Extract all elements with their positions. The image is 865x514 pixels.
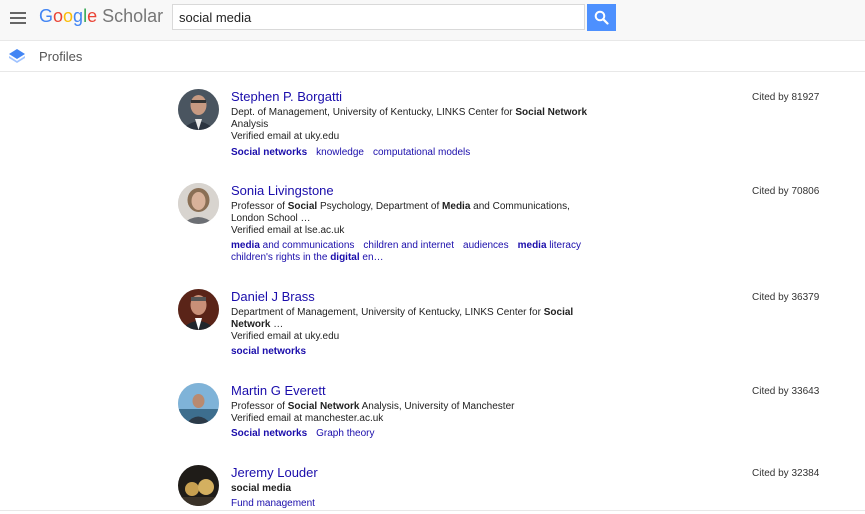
affiliation-highlight: Social [287, 201, 318, 212]
interest-link[interactable]: Social networks [231, 147, 307, 158]
cited-by-count: Cited by 33643 [752, 386, 820, 397]
interest-link[interactable]: audiences [463, 240, 509, 251]
affiliation-highlight: Social Network [287, 401, 360, 412]
interest-link[interactable]: Fund management [231, 498, 315, 509]
google-scholar-logo[interactable]: Google Scholar [39, 6, 163, 26]
top-header: Google Scholar [0, 0, 865, 40]
interest-highlight: digital [330, 252, 360, 263]
profile-interests: Fund management [231, 498, 601, 510]
profile-verified-email: Verified email at uky.edu [231, 131, 340, 142]
cited-by-count: Cited by 81927 [752, 92, 820, 103]
profile-name-link[interactable]: Sonia Livingstone [231, 183, 334, 198]
profile-verified-email: Verified email at uky.edu [231, 331, 340, 342]
profile-interests: social networks [231, 346, 601, 358]
search-input[interactable] [173, 5, 584, 29]
profile-name-link[interactable]: Martin G Everett [231, 383, 326, 398]
search-box [172, 4, 585, 30]
affiliation-text: Analysis [231, 119, 269, 130]
cited-by-count: Cited by 32384 [752, 468, 820, 479]
interest-link[interactable]: computational models [373, 147, 470, 158]
affiliation-text: … [270, 319, 284, 330]
interest-text: literacy [546, 240, 581, 251]
profile-interests: Social networks knowledge computational mo… [231, 147, 601, 159]
profiles-bar: Profiles [0, 40, 865, 72]
hamburger-menu-icon[interactable] [10, 11, 26, 25]
affiliation-highlight: social media [231, 483, 292, 494]
interest-text: and communications [259, 240, 355, 251]
interest-link[interactable]: Graph theory [316, 428, 374, 439]
affiliation-text: Dept. of Management, University of Kentu… [231, 107, 516, 118]
profile-verified-email: Verified email at lse.ac.uk [231, 225, 345, 236]
profiles-diamond-icon [9, 49, 25, 63]
profile-name-link[interactable]: Daniel J Brass [231, 289, 315, 304]
logo-scholar-text: Scholar [102, 6, 164, 26]
affiliation-text: Analysis, University of Manchester [359, 401, 515, 412]
affiliation-highlight: Social Network [515, 107, 588, 118]
interest-link[interactable]: social networks [231, 346, 306, 357]
profile-affiliation: Dept. of Management, University of Kentu… [231, 107, 601, 131]
affiliation-text: Psychology, Department of [317, 201, 443, 212]
scholar-profiles-page: GoogleScholar Profiles [0, 0, 865, 514]
profile-affiliation: Professor of Social Psychology, Departme… [231, 201, 601, 225]
avatar[interactable] [178, 89, 219, 130]
profile-name-link[interactable]: Stephen P. Borgatti [231, 89, 342, 104]
cited-by-count: Cited by 36379 [752, 292, 820, 303]
interest-text: children's rights in the [231, 252, 331, 263]
avatar[interactable] [178, 183, 219, 224]
profile-affiliation: Department of Management, University of … [231, 307, 601, 331]
search-icon [594, 10, 609, 25]
interest-link[interactable]: media and communications [231, 240, 354, 251]
profile-verified-email: Verified email at manchester.ac.uk [231, 413, 384, 424]
profile-affiliation: Professor of Social Network Analysis, Un… [231, 401, 601, 413]
interest-link[interactable]: Social networks [231, 428, 307, 439]
interest-text: en… [359, 252, 384, 263]
interest-highlight: media [231, 240, 260, 251]
avatar[interactable] [178, 465, 219, 506]
logo-google-wordmark: Google [39, 6, 98, 26]
interest-link[interactable]: children and internet [363, 240, 454, 251]
interest-link[interactable]: knowledge [316, 147, 364, 158]
profile-interests: Social networks Graph theory [231, 428, 601, 440]
profiles-label: Profiles [39, 49, 83, 64]
profile-affiliation: social media [231, 483, 601, 495]
interest-link[interactable]: children's rights in the digital en… [231, 252, 384, 263]
cited-by-count: Cited by 70806 [752, 186, 820, 197]
affiliation-text: Professor of [231, 201, 288, 212]
affiliation-text: Department of Management, University of … [231, 307, 544, 318]
profile-name-link[interactable]: Jeremy Louder [231, 465, 318, 480]
affiliation-text: Professor of [231, 401, 288, 412]
interest-link[interactable]: media literacy [518, 240, 581, 251]
interest-highlight: media [517, 240, 547, 251]
affiliation-highlight: Media [442, 201, 471, 212]
profile-interests: media and communications children and int… [231, 240, 601, 264]
avatar[interactable] [178, 383, 219, 424]
avatar[interactable] [178, 289, 219, 330]
search-button[interactable] [587, 4, 616, 31]
bottom-divider [0, 510, 865, 511]
